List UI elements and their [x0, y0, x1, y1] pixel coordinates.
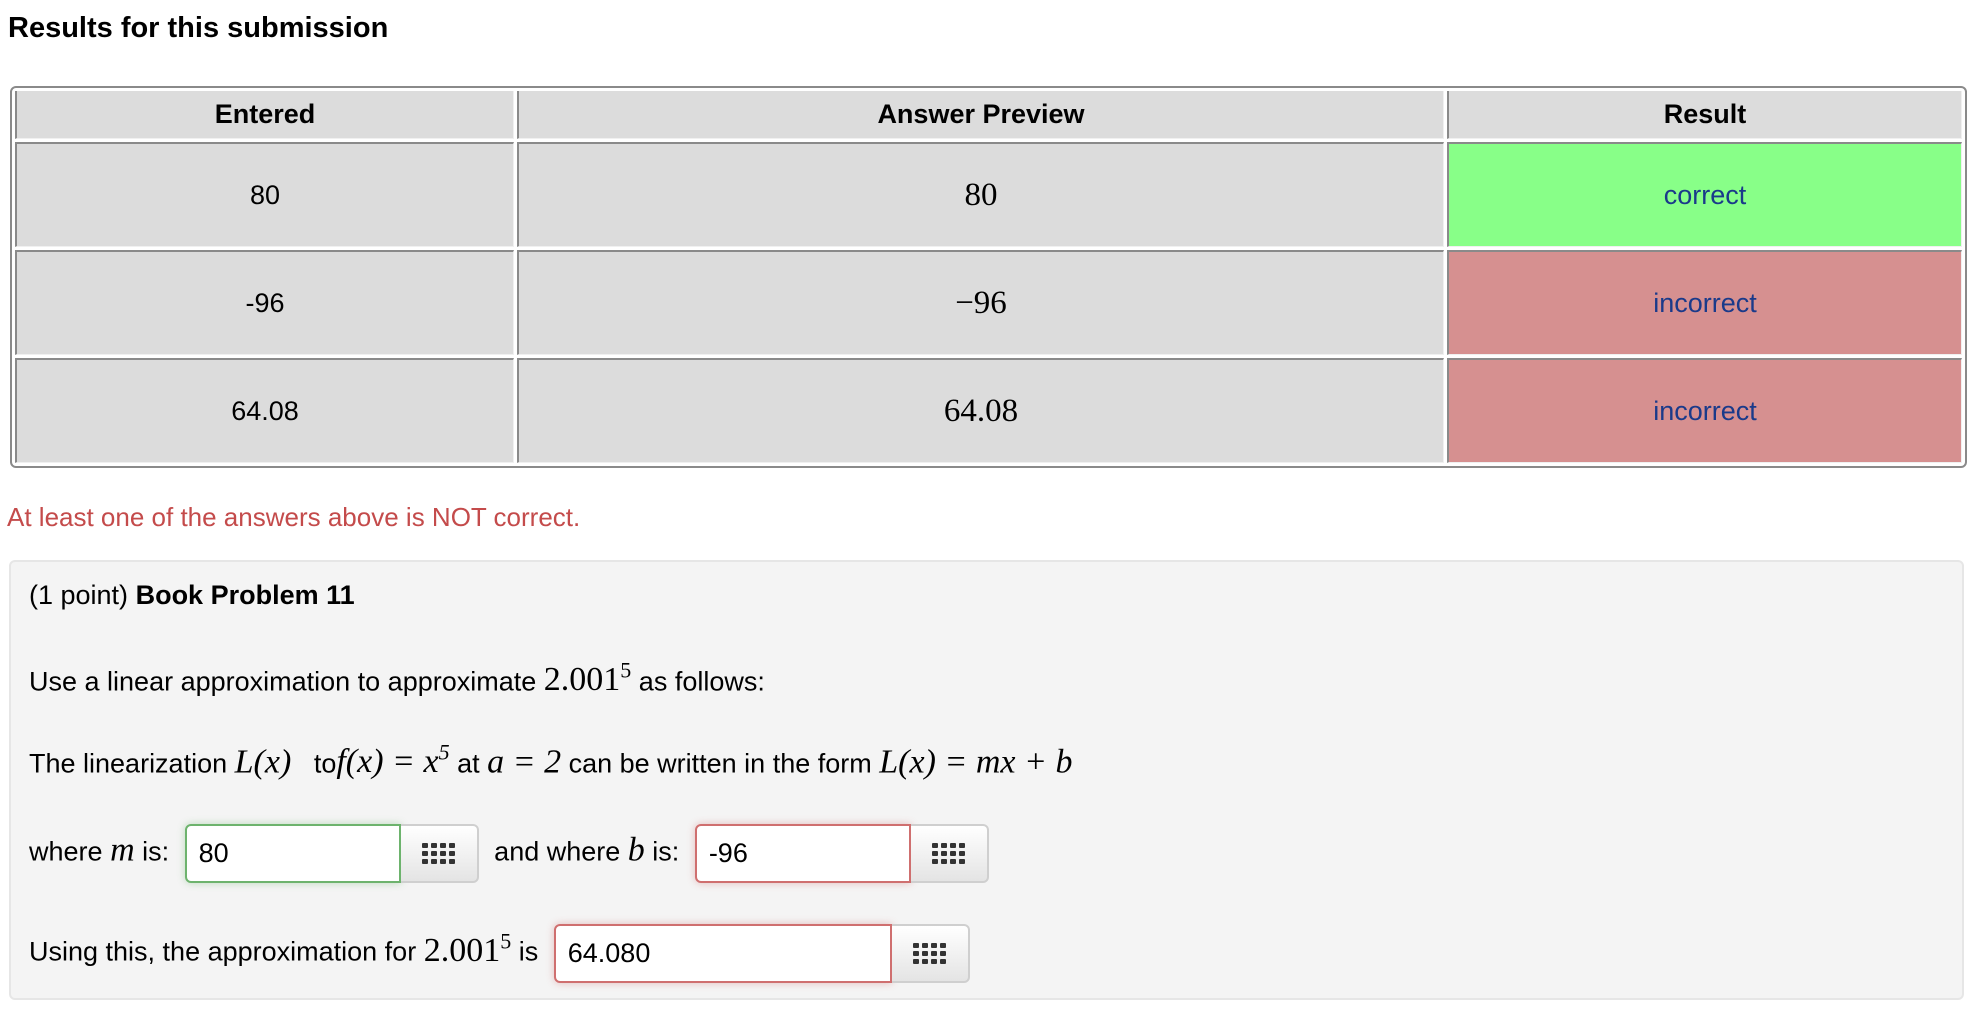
- approx-label: Using this, the approximation for: [29, 936, 417, 967]
- problem-header: (1 point) Book Problem 11: [29, 580, 355, 611]
- result-cell-incorrect: incorrect: [1447, 358, 1962, 463]
- keypad-grid-icon: [422, 843, 456, 864]
- approx-suffix: is: [518, 936, 539, 967]
- math-equation: L(x) = mx + b: [879, 743, 1073, 781]
- preview-cell: −96: [517, 250, 1444, 355]
- problem-name: Book Problem 11: [135, 580, 355, 610]
- m-answer-input[interactable]: [184, 824, 401, 883]
- b-keypad-button[interactable]: [910, 824, 989, 883]
- lin-to: to: [313, 748, 337, 779]
- result-cell-incorrect: incorrect: [1447, 250, 1962, 355]
- entered-cell: 80: [15, 142, 514, 247]
- table-header-row: Entered Answer Preview Result: [15, 91, 1962, 139]
- lin-form: can be written in the form: [568, 748, 872, 779]
- math-expression: 2.0015: [423, 928, 512, 969]
- m-keypad-button[interactable]: [400, 824, 479, 883]
- b-label: and where: [494, 836, 621, 867]
- header-answer-preview: Answer Preview: [517, 91, 1444, 139]
- linearization-statement: The linearization L(x) tof(x) = x5 at a …: [29, 740, 1072, 781]
- m-label: where: [29, 836, 103, 867]
- math-exponent: 5: [620, 658, 632, 683]
- feedback-message: At least one of the answers above is NOT…: [7, 502, 581, 532]
- math-b: b: [627, 831, 645, 869]
- results-table: Entered Answer Preview Result 80 80 corr…: [10, 86, 1967, 468]
- problem-points: (1 point): [29, 580, 129, 610]
- preview-cell: 64.08: [517, 358, 1444, 463]
- keypad-grid-icon: [913, 943, 947, 964]
- preview-cell: 80: [517, 142, 1444, 247]
- lin-at: at: [457, 748, 480, 779]
- table-row: 80 80 correct: [15, 142, 1962, 247]
- entered-cell: -96: [15, 250, 514, 355]
- lin-text: The linearization: [29, 748, 228, 779]
- approx-answer-group: [553, 924, 970, 983]
- intro-text: Use a linear approximation to approximat…: [29, 666, 537, 697]
- intro-suffix: as follows:: [638, 666, 765, 697]
- math-fx: f(x) = x5: [336, 740, 450, 781]
- approx-answer-input[interactable]: [553, 924, 892, 983]
- problem-panel: (1 point) Book Problem 11 Use a linear a…: [9, 560, 1964, 1000]
- math-m: m: [110, 831, 135, 869]
- preview-value: 64.08: [943, 392, 1019, 429]
- b-answer-input[interactable]: [694, 824, 911, 883]
- math-exponent: 5: [500, 928, 512, 954]
- table-row: -96 −96 incorrect: [15, 250, 1962, 355]
- keypad-grid-icon: [932, 843, 966, 864]
- math-Lx: L(x): [234, 743, 292, 781]
- math-base: 2.001: [543, 661, 621, 699]
- math-expression: 2.0015: [543, 658, 632, 699]
- m-answer-group: [184, 824, 479, 883]
- math-exponent: 5: [438, 740, 450, 765]
- table-row: 64.08 64.08 incorrect: [15, 358, 1962, 463]
- problem-intro: Use a linear approximation to approximat…: [29, 658, 765, 699]
- preview-value: −96: [955, 284, 1007, 321]
- math-f: f(x) = x: [336, 743, 439, 781]
- results-title: Results for this submission: [8, 12, 389, 44]
- preview-value: 80: [964, 176, 998, 213]
- m-label-suffix: is:: [142, 836, 170, 867]
- b-answer-group: [694, 824, 989, 883]
- m-b-answer-row: where m is: and where b is:: [29, 824, 997, 883]
- header-result: Result: [1447, 91, 1962, 139]
- approximation-answer-row: Using this, the approximation for 2.0015…: [29, 924, 978, 983]
- entered-cell: 64.08: [15, 358, 514, 463]
- approx-keypad-button[interactable]: [891, 924, 970, 983]
- math-a: a = 2: [487, 743, 562, 781]
- header-entered: Entered: [15, 91, 514, 139]
- result-cell-correct: correct: [1447, 142, 1962, 247]
- math-base: 2.001: [423, 931, 501, 969]
- b-label-suffix: is:: [652, 836, 680, 867]
